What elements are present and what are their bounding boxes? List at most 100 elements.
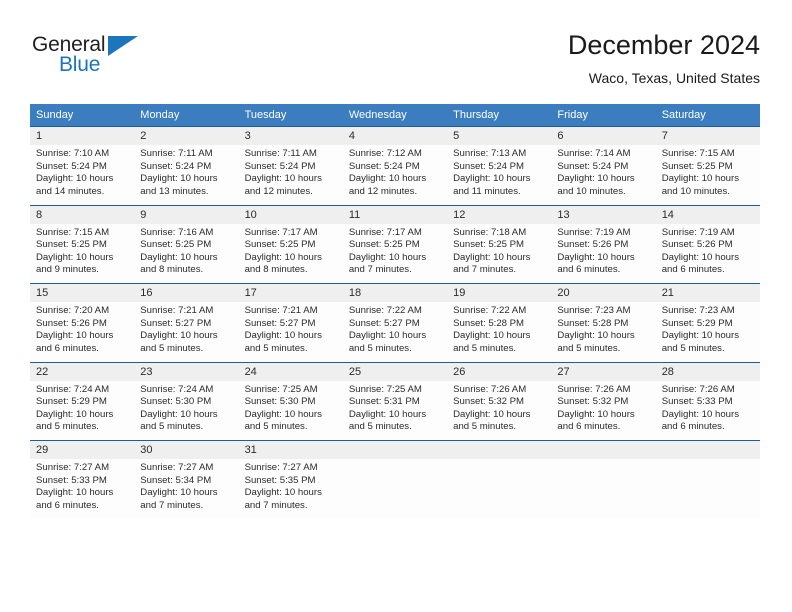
day-number-cell[interactable]: 3 bbox=[238, 127, 343, 145]
day-cell[interactable]: Sunrise: 7:27 AM Sunset: 5:34 PM Daylight:… bbox=[134, 459, 239, 519]
day-number-cell[interactable]: 16 bbox=[134, 284, 239, 302]
day-number-cell[interactable]: 20 bbox=[551, 284, 656, 302]
sunset-text: Sunset: 5:25 PM bbox=[453, 239, 525, 251]
day-number-cell[interactable]: 6 bbox=[551, 127, 656, 145]
day-cell[interactable]: Sunrise: 7:10 AM Sunset: 5:24 PM Daylight:… bbox=[30, 145, 135, 205]
empty-day-cell bbox=[342, 459, 448, 519]
day-cell[interactable]: Sunrise: 7:22 AM Sunset: 5:28 PM Daylight:… bbox=[447, 302, 552, 362]
sunset-text: Sunset: 5:26 PM bbox=[36, 317, 107, 329]
day-number-cell[interactable]: 8 bbox=[30, 205, 135, 224]
day-number-cell[interactable]: 24 bbox=[238, 362, 343, 381]
day-number-cell[interactable]: 12 bbox=[447, 205, 552, 224]
day-cell[interactable]: Sunrise: 7:21 AM Sunset: 5:27 PM Daylight:… bbox=[134, 302, 239, 362]
day-cell[interactable]: Sunrise: 7:13 AM Sunset: 5:24 PM Daylight:… bbox=[447, 145, 552, 205]
weekday-header-saturday: Saturday bbox=[655, 104, 760, 127]
sunset-text: Sunset: 5:26 PM bbox=[661, 239, 733, 251]
daylight-text-line1: Daylight: 10 hours bbox=[661, 173, 740, 185]
sunrise-text: Sunrise: 7:21 AM bbox=[140, 305, 214, 316]
day-number-cell[interactable]: 5 bbox=[447, 127, 552, 145]
general-blue-logo[interactable]: General Blue bbox=[32, 34, 152, 84]
day-number-cell[interactable]: 22 bbox=[30, 362, 135, 381]
day-number-cell[interactable]: 25 bbox=[342, 362, 448, 381]
daylight-text-line2: and 5 minutes. bbox=[244, 421, 308, 433]
sunrise-text: Sunrise: 7:15 AM bbox=[36, 226, 110, 238]
day-cell[interactable]: Sunrise: 7:16 AM Sunset: 5:25 PM Daylight:… bbox=[134, 223, 239, 284]
day-cell[interactable]: Sunrise: 7:11 AM Sunset: 5:24 PM Daylight:… bbox=[134, 145, 239, 205]
sunset-text: Sunset: 5:25 PM bbox=[36, 239, 107, 251]
day-number-cell[interactable]: 13 bbox=[551, 205, 656, 224]
day-cell[interactable]: Sunrise: 7:27 AM Sunset: 5:35 PM Daylight:… bbox=[238, 459, 343, 519]
day-cell[interactable]: Sunrise: 7:26 AM Sunset: 5:33 PM Daylight:… bbox=[655, 380, 760, 441]
daylight-text-line2: and 5 minutes. bbox=[453, 421, 517, 433]
day-cell[interactable]: Sunrise: 7:12 AM Sunset: 5:24 PM Daylight:… bbox=[342, 145, 448, 205]
sunset-text: Sunset: 5:27 PM bbox=[140, 317, 212, 329]
day-number-cell[interactable]: 15 bbox=[30, 284, 135, 302]
sunrise-text: Sunrise: 7:11 AM bbox=[140, 148, 213, 159]
day-cell[interactable]: Sunrise: 7:25 AM Sunset: 5:30 PM Daylight:… bbox=[238, 380, 343, 441]
day-number-cell[interactable]: 23 bbox=[134, 362, 239, 381]
day-number-cell[interactable]: 31 bbox=[238, 441, 343, 459]
day-number-cell[interactable]: 26 bbox=[447, 362, 552, 381]
day-cell[interactable]: Sunrise: 7:18 AM Sunset: 5:25 PM Daylight:… bbox=[447, 223, 552, 284]
daylight-text-line2: and 5 minutes. bbox=[140, 421, 204, 433]
empty-day-number-cell bbox=[447, 441, 552, 459]
daylight-text-line1: Daylight: 10 hours bbox=[348, 251, 427, 263]
day-number-cell[interactable]: 27 bbox=[551, 362, 656, 381]
day-cell[interactable]: Sunrise: 7:15 AM Sunset: 5:25 PM Daylight:… bbox=[655, 145, 760, 205]
day-cell[interactable]: Sunrise: 7:26 AM Sunset: 5:32 PM Daylight:… bbox=[447, 380, 552, 441]
sunset-text: Sunset: 5:28 PM bbox=[557, 317, 629, 329]
day-cell[interactable]: Sunrise: 7:19 AM Sunset: 5:26 PM Daylight:… bbox=[655, 223, 760, 284]
day-cell[interactable]: Sunrise: 7:24 AM Sunset: 5:29 PM Daylight:… bbox=[30, 380, 135, 441]
empty-day-number-cell bbox=[342, 441, 448, 459]
day-number-cell[interactable]: 14 bbox=[655, 205, 760, 224]
day-cell[interactable]: Sunrise: 7:24 AM Sunset: 5:30 PM Daylight:… bbox=[134, 380, 239, 441]
calendar-page: General Blue December 2024 Waco, Texas, … bbox=[0, 0, 792, 612]
day-number-cell[interactable]: 19 bbox=[447, 284, 552, 302]
day-cell[interactable]: Sunrise: 7:20 AM Sunset: 5:26 PM Daylight:… bbox=[30, 302, 135, 362]
sunrise-text: Sunrise: 7:20 AM bbox=[36, 305, 110, 316]
day-cell[interactable]: Sunrise: 7:27 AM Sunset: 5:33 PM Daylight:… bbox=[30, 459, 135, 519]
sunrise-text: Sunrise: 7:22 AM bbox=[453, 305, 527, 316]
daylight-text-line2: and 12 minutes. bbox=[348, 185, 418, 197]
day-number-cell[interactable]: 1 bbox=[30, 127, 135, 145]
day-cell[interactable]: Sunrise: 7:26 AM Sunset: 5:32 PM Daylight:… bbox=[551, 380, 656, 441]
day-number-cell[interactable]: 17 bbox=[238, 284, 343, 302]
day-number-cell[interactable]: 11 bbox=[342, 205, 448, 224]
day-cell[interactable]: Sunrise: 7:19 AM Sunset: 5:26 PM Daylight:… bbox=[551, 223, 656, 284]
day-info-row: Sunrise: 7:20 AM Sunset: 5:26 PM Daylight:… bbox=[30, 302, 760, 362]
day-cell[interactable]: Sunrise: 7:15 AM Sunset: 5:25 PM Daylight:… bbox=[30, 223, 135, 284]
daylight-text-line2: and 5 minutes. bbox=[244, 342, 308, 354]
day-number-cell[interactable]: 9 bbox=[134, 205, 239, 224]
sunrise-text: Sunrise: 7:12 AM bbox=[348, 148, 422, 159]
sunrise-text: Sunrise: 7:24 AM bbox=[140, 383, 214, 395]
day-number-cell[interactable]: 7 bbox=[655, 127, 760, 145]
sunrise-text: Sunrise: 7:17 AM bbox=[348, 226, 422, 238]
daylight-text-line2: and 12 minutes. bbox=[244, 185, 313, 197]
sunrise-text: Sunrise: 7:25 AM bbox=[348, 383, 422, 395]
daylight-text-line2: and 10 minutes. bbox=[661, 185, 730, 197]
day-cell[interactable]: Sunrise: 7:25 AM Sunset: 5:31 PM Daylight:… bbox=[342, 380, 448, 441]
day-cell[interactable]: Sunrise: 7:11 AM Sunset: 5:24 PM Daylight:… bbox=[238, 145, 343, 205]
day-number-cell[interactable]: 2 bbox=[134, 127, 239, 145]
day-cell[interactable]: Sunrise: 7:23 AM Sunset: 5:28 PM Daylight:… bbox=[551, 302, 656, 362]
day-cell[interactable]: Sunrise: 7:21 AM Sunset: 5:27 PM Daylight:… bbox=[238, 302, 343, 362]
day-number-cell[interactable]: 29 bbox=[30, 441, 135, 459]
day-number-cell[interactable]: 10 bbox=[238, 205, 343, 224]
day-cell[interactable]: Sunrise: 7:23 AM Sunset: 5:29 PM Daylight:… bbox=[655, 302, 760, 362]
day-number-cell[interactable]: 28 bbox=[655, 362, 760, 381]
day-cell[interactable]: Sunrise: 7:22 AM Sunset: 5:27 PM Daylight:… bbox=[342, 302, 448, 362]
daylight-text-line1: Daylight: 10 hours bbox=[557, 251, 635, 263]
day-number-row: 8 9 10 11 12 13 14 bbox=[30, 205, 760, 224]
sunrise-text: Sunrise: 7:19 AM bbox=[661, 226, 735, 238]
logo-text-blue: Blue bbox=[59, 53, 101, 76]
daylight-text-line2: and 5 minutes. bbox=[140, 342, 204, 354]
day-cell[interactable]: Sunrise: 7:14 AM Sunset: 5:24 PM Daylight:… bbox=[551, 145, 656, 205]
day-info-row: Sunrise: 7:27 AM Sunset: 5:33 PM Daylight:… bbox=[30, 459, 760, 519]
day-number-cell[interactable]: 30 bbox=[134, 441, 239, 459]
day-number-cell[interactable]: 4 bbox=[342, 127, 448, 145]
day-cell[interactable]: Sunrise: 7:17 AM Sunset: 5:25 PM Daylight:… bbox=[342, 223, 448, 284]
day-number-cell[interactable]: 18 bbox=[342, 284, 448, 302]
day-cell[interactable]: Sunrise: 7:17 AM Sunset: 5:25 PM Daylight:… bbox=[238, 223, 343, 284]
daylight-text-line2: and 14 minutes. bbox=[36, 185, 105, 197]
day-number-cell[interactable]: 21 bbox=[655, 284, 760, 302]
